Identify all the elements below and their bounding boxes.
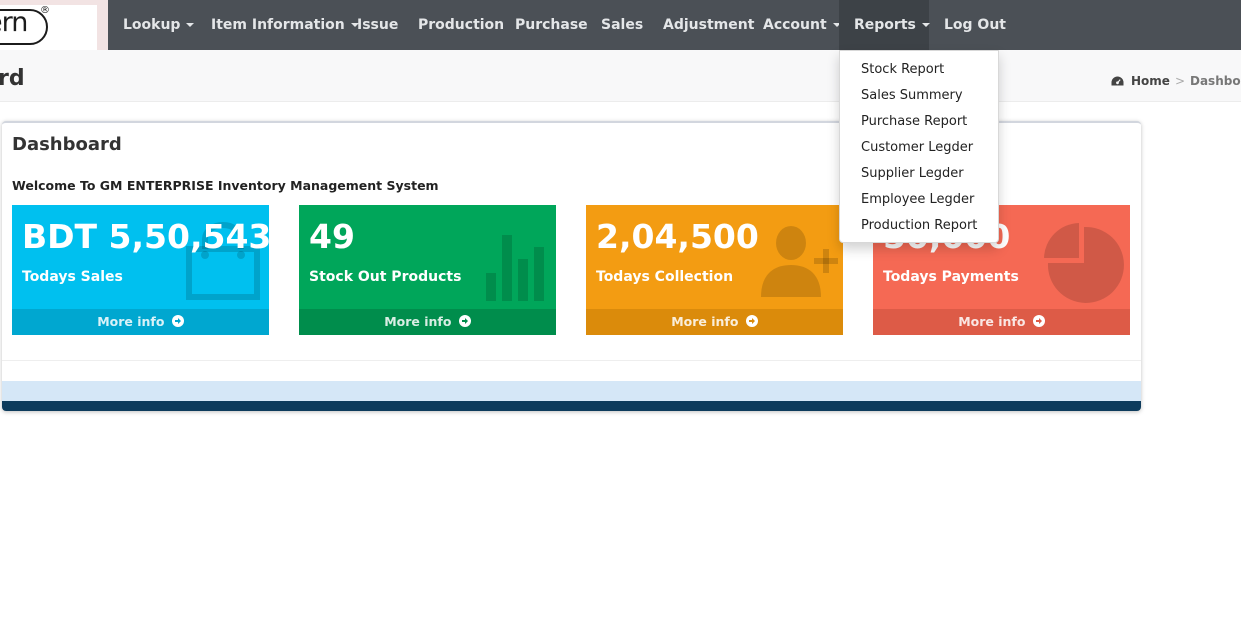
nav-purchase-label: Purchase	[515, 17, 588, 33]
stock-out-more-info[interactable]: More info	[299, 309, 556, 335]
user-add-icon	[761, 226, 838, 297]
reports-dropdown-menu: Stock Report Sales Summery Purchase Repo…	[839, 50, 999, 243]
menu-item-production-report[interactable]: Production Report	[861, 218, 977, 233]
nav-logout[interactable]: Log Out	[944, 0, 1006, 50]
nav-account-label: Account	[763, 17, 827, 33]
todays-collection-box: 2,04,500 Todays Collection More info	[586, 205, 843, 335]
pie-chart-icon	[1044, 223, 1124, 303]
panel-divider	[2, 360, 1141, 361]
more-info-label: More info	[97, 314, 165, 329]
welcome-message: Welcome To GM ENTERPRISE Inventory Manag…	[12, 178, 439, 193]
todays-sales-value: BDT 5,50,543	[22, 217, 269, 256]
menu-item-stock-report[interactable]: Stock Report	[861, 62, 944, 77]
menu-item-supplier-legder[interactable]: Supplier Legder	[861, 166, 964, 181]
registered-mark: ®	[40, 5, 50, 16]
nav-lookup[interactable]: Lookup	[123, 0, 195, 50]
arrow-circle-right-icon	[745, 315, 758, 327]
todays-payments-more-info[interactable]: More info	[873, 309, 1130, 335]
more-info-label: More info	[384, 314, 452, 329]
breadcrumb-separator: >	[1174, 74, 1185, 88]
page-title: rd	[0, 66, 25, 91]
bar-chart-icon	[486, 235, 544, 301]
breadcrumb: Home > Dashboard	[1111, 74, 1241, 88]
logo-area[interactable]: ern ®	[0, 0, 108, 50]
todays-collection-value: 2,04,500	[596, 217, 759, 256]
todays-collection-more-info[interactable]: More info	[586, 309, 843, 335]
nav-item-information-label: Item Information	[211, 17, 345, 33]
arrow-circle-right-icon	[1032, 315, 1045, 327]
menu-item-sales-summery[interactable]: Sales Summery	[861, 88, 963, 103]
dashboard-icon	[1111, 76, 1124, 86]
nav-reports-label: Reports	[854, 17, 916, 33]
todays-sales-label: Todays Sales	[22, 269, 123, 285]
nav-production[interactable]: Production	[418, 0, 504, 50]
nav-adjustment-label: Adjustment	[663, 17, 755, 33]
nav-issue-label: Issue	[357, 17, 399, 33]
nav-reports[interactable]: Reports	[839, 0, 930, 50]
panel-title: Dashboard	[12, 134, 122, 155]
nav-sales-label: Sales	[601, 17, 644, 33]
more-info-label: More info	[671, 314, 739, 329]
todays-payments-label: Todays Payments	[883, 269, 1019, 285]
nav-production-label: Production	[418, 17, 505, 33]
nav-sales[interactable]: Sales	[601, 0, 643, 50]
stock-out-value: 49	[309, 217, 355, 256]
breadcrumb-home[interactable]: Home	[1131, 74, 1170, 88]
nav-purchase[interactable]: Purchase	[515, 0, 588, 50]
top-navbar: ern ® Lookup Item Information Issue Prod…	[0, 0, 1241, 50]
nav-item-information[interactable]: Item Information	[211, 0, 359, 50]
menu-item-employee-legder[interactable]: Employee Legder	[861, 192, 974, 207]
nav-lookup-label: Lookup	[123, 17, 181, 33]
arrow-circle-right-icon	[458, 315, 471, 327]
todays-sales-more-info[interactable]: More info	[12, 309, 269, 335]
more-info-label: More info	[958, 314, 1026, 329]
stock-out-box: 49 Stock Out Products More info	[299, 205, 556, 335]
nav-logout-label: Log Out	[944, 17, 1006, 33]
menu-item-purchase-report[interactable]: Purchase Report	[861, 114, 967, 129]
todays-sales-box: BDT 5,50,543 Todays Sales More info	[12, 205, 269, 335]
logo-text: ern	[0, 7, 28, 38]
nav-account[interactable]: Account	[763, 0, 841, 50]
panel-footer-bar	[2, 401, 1141, 411]
logo: ern ®	[0, 5, 97, 50]
nav-adjustment[interactable]: Adjustment	[663, 0, 754, 50]
panel-footer-strip	[2, 381, 1141, 401]
nav-issue[interactable]: Issue	[357, 0, 398, 50]
content-header: rd Home > Dashboard	[0, 50, 1241, 102]
arrow-circle-right-icon	[171, 315, 184, 327]
menu-item-customer-legder[interactable]: Customer Legder	[861, 140, 973, 155]
caret-down-icon	[921, 23, 930, 27]
breadcrumb-current: Dashboard	[1190, 74, 1241, 88]
todays-collection-label: Todays Collection	[596, 269, 734, 285]
caret-down-icon	[186, 23, 195, 27]
stock-out-label: Stock Out Products	[309, 269, 462, 285]
